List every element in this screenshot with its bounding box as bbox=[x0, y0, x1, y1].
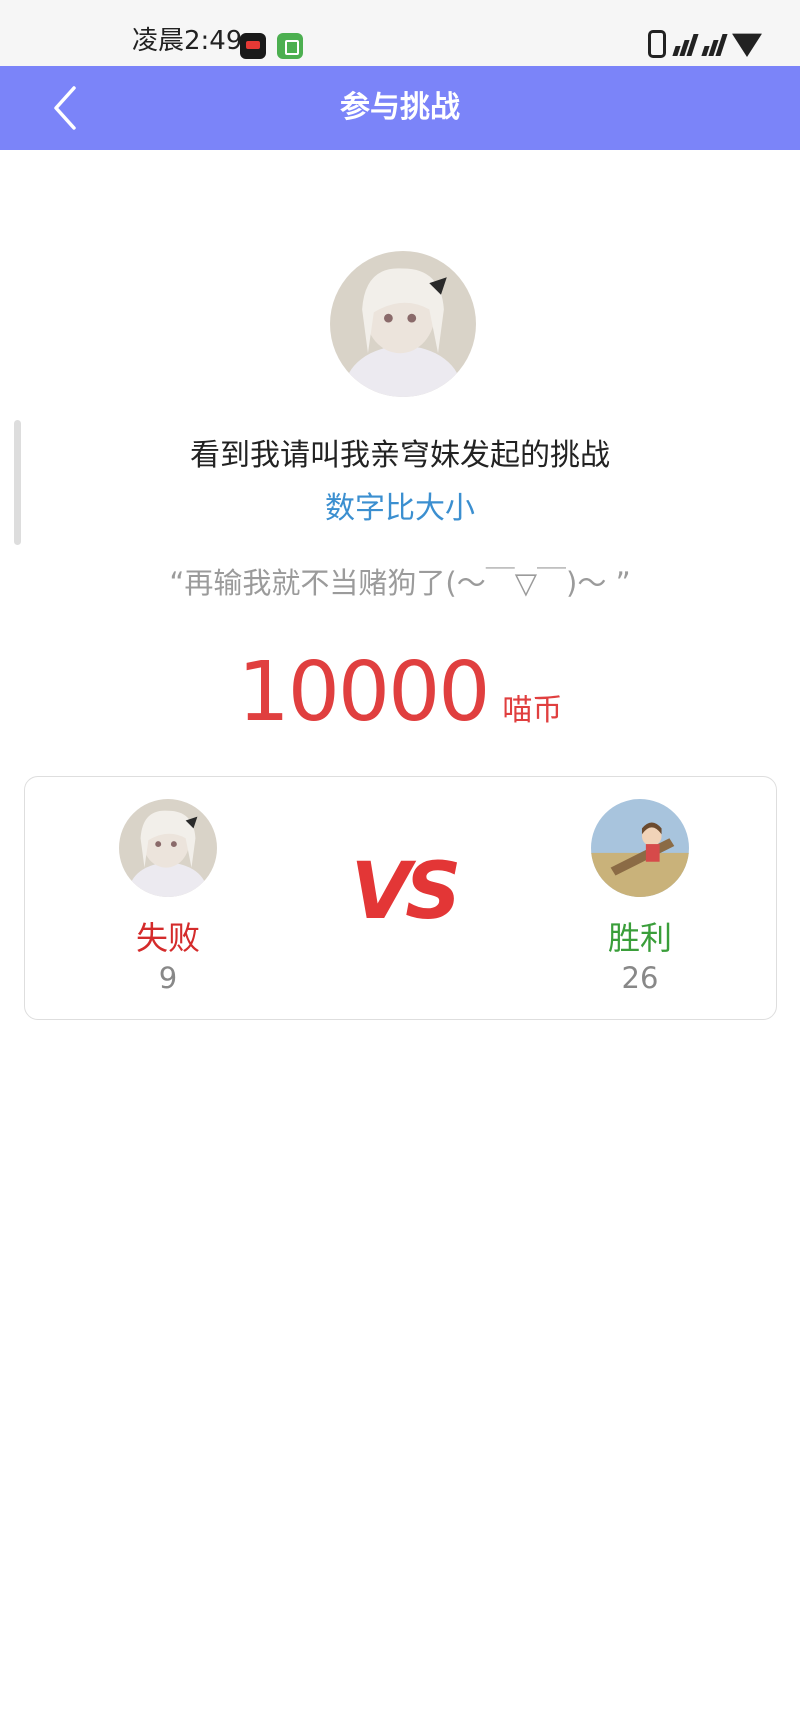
challenge-quote: “再输我就不当赌狗了(～￣▽￣)～ ” bbox=[169, 566, 631, 600]
wifi-icon bbox=[732, 33, 762, 57]
status-time: 凌晨2:49 bbox=[132, 26, 243, 56]
player-right-count: 26 bbox=[621, 961, 659, 995]
player-left-count: 9 bbox=[158, 961, 178, 995]
versus-card: 失败 9 VS 胜利 26 bbox=[24, 776, 777, 1020]
stake: 10000 喵币 bbox=[0, 645, 800, 740]
game-type-link[interactable]: 数字比大小 bbox=[0, 483, 800, 527]
vibrate-icon bbox=[648, 30, 666, 58]
stake-amount: 10000 bbox=[237, 645, 491, 740]
stake-unit: 喵币 bbox=[502, 693, 563, 728]
notification-app-icon bbox=[240, 33, 266, 59]
player-left-avatar[interactable] bbox=[119, 799, 217, 897]
player-right-result: 胜利 bbox=[607, 919, 672, 957]
status-bar: 凌晨2:49 bbox=[0, 0, 800, 66]
signal-icon-2 bbox=[701, 32, 728, 56]
signal-icon-1 bbox=[672, 32, 699, 56]
challenge-description: 看到我请叫我亲穹妹发起的挑战 bbox=[190, 438, 610, 473]
top-app-bar: 参与挑战 bbox=[0, 66, 800, 150]
vs-label: VS bbox=[350, 847, 462, 937]
challenger-avatar[interactable] bbox=[330, 251, 476, 397]
notification-camera-icon bbox=[277, 33, 303, 59]
player-left-result: 失败 bbox=[135, 919, 200, 957]
page-title: 参与挑战 bbox=[340, 90, 460, 125]
system-icons bbox=[648, 30, 762, 58]
player-right-avatar[interactable] bbox=[591, 799, 689, 897]
